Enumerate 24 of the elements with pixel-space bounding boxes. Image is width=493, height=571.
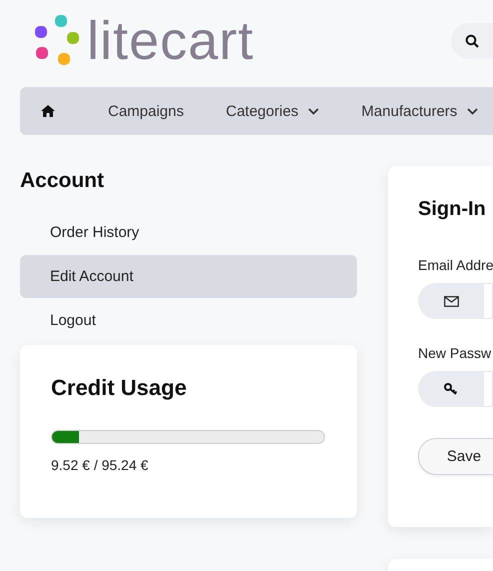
home-icon <box>41 105 55 117</box>
field-label: Email Addre <box>418 257 493 273</box>
account-menu-item[interactable]: Logout <box>20 299 357 342</box>
account-menu-item[interactable]: Order History <box>20 211 357 254</box>
chevron-down-icon <box>467 108 478 114</box>
search-icon <box>465 34 479 48</box>
search-field[interactable] <box>451 22 493 58</box>
input-field[interactable] <box>484 371 493 407</box>
save-button[interactable]: Save <box>418 438 493 475</box>
key-icon <box>444 383 458 395</box>
field-label: New Passw <box>418 345 492 361</box>
logo-dots-icon <box>35 14 79 66</box>
credit-reading: 9.52 € / 95.24 € <box>51 457 150 473</box>
logo-wordmark[interactable]: litecart <box>87 14 254 68</box>
account-heading: Account <box>20 169 105 193</box>
credit-usage-heading: Credit Usage <box>51 375 188 401</box>
nav-dropdown[interactable]: Manufacturers <box>333 102 492 120</box>
envelope-icon <box>444 296 458 306</box>
chevron-down-icon <box>308 108 320 114</box>
input-field[interactable] <box>484 283 493 319</box>
nav-dropdown[interactable]: Categories <box>198 102 334 120</box>
nav-link[interactable]: Campaigns <box>80 102 198 120</box>
account-menu-item[interactable]: Edit Account <box>20 255 357 298</box>
sign-in-heading: Sign-In <box>418 198 487 221</box>
